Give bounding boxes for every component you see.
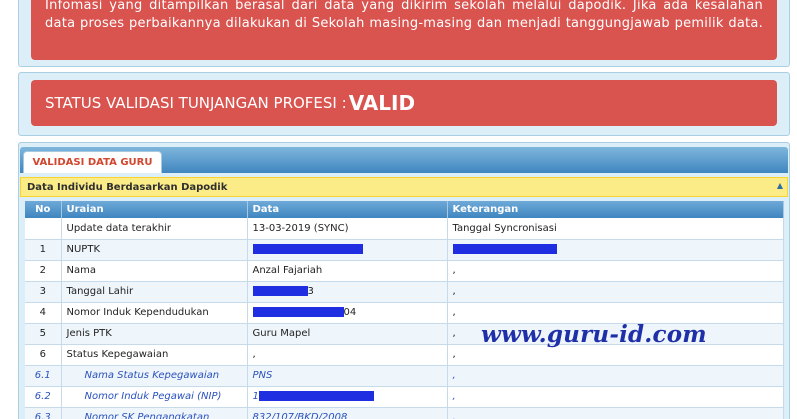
status-value: VALID bbox=[348, 91, 416, 115]
column-header-no: No bbox=[25, 201, 62, 218]
validation-panel: VALIDASI DATA GURU Data Individu Berdasa… bbox=[18, 142, 790, 419]
row-uraian: Status Kepegawaian bbox=[61, 344, 248, 366]
table-row: 6.1 Nama Status Kepegawaian PNS , bbox=[25, 365, 784, 387]
row-no bbox=[25, 218, 62, 240]
row-keterangan: , bbox=[447, 407, 784, 419]
row-no: 1 bbox=[25, 239, 62, 261]
row-no: 4 bbox=[25, 302, 62, 324]
row-uraian: Update data terakhir bbox=[61, 218, 248, 240]
row-keterangan: , bbox=[447, 281, 784, 303]
tab-validasi-data-guru[interactable]: VALIDASI DATA GURU bbox=[23, 151, 162, 173]
info-panel: Infomasi yang ditampilkan berasal dari d… bbox=[18, 0, 790, 67]
row-data: Anzal Fajariah bbox=[247, 260, 448, 282]
row-uraian: Nama bbox=[61, 260, 248, 282]
info-alert: Infomasi yang ditampilkan berasal dari d… bbox=[31, 0, 777, 60]
column-header-uraian: Uraian bbox=[61, 201, 248, 218]
table-row: Update data terakhir 13-03-2019 (SYNC) T… bbox=[25, 218, 784, 240]
row-uraian: Nama Status Kepegawaian bbox=[61, 365, 248, 387]
row-keterangan: , bbox=[447, 386, 784, 408]
row-keterangan: , bbox=[447, 365, 784, 387]
column-header-data: Data bbox=[247, 201, 448, 218]
row-no: 6 bbox=[25, 344, 62, 366]
redaction-bar bbox=[252, 244, 363, 254]
row-uraian: Nomor Induk Kependudukan bbox=[61, 302, 248, 324]
table-row: 2 Nama Anzal Fajariah , bbox=[25, 260, 784, 282]
row-keterangan bbox=[447, 239, 784, 261]
redaction-bar bbox=[252, 286, 308, 296]
data-table: No Uraian Data Keterangan Update data te… bbox=[25, 201, 784, 419]
redaction-bar bbox=[258, 391, 374, 401]
row-keterangan: , bbox=[447, 260, 784, 282]
table-row: 4 Nomor Induk Kependudukan 04 , bbox=[25, 302, 784, 324]
table-row: 6.2 Nomor Induk Pegawai (NIP) 1 , bbox=[25, 386, 784, 408]
row-uraian: Nomor Induk Pegawai (NIP) bbox=[61, 386, 248, 408]
redaction-bar bbox=[452, 244, 557, 254]
row-data: Guru Mapel bbox=[247, 323, 448, 345]
status-label: STATUS VALIDASI TUNJANGAN PROFESI : bbox=[45, 94, 347, 112]
group-header[interactable]: Data Individu Berdasarkan Dapodik ▲ bbox=[20, 177, 788, 197]
row-data: 1 bbox=[247, 386, 448, 408]
row-no: 6.1 bbox=[25, 365, 62, 387]
row-no: 2 bbox=[25, 260, 62, 282]
caret-up-icon[interactable]: ▲ bbox=[777, 181, 783, 190]
table-row: 6.3 Nomor SK Pengangkatan 832/107/BKD/20… bbox=[25, 407, 784, 419]
status-alert: STATUS VALIDASI TUNJANGAN PROFESI : VALI… bbox=[31, 80, 777, 126]
watermark-text: www.guru-id.com bbox=[481, 321, 707, 348]
row-data-suffix: 3 bbox=[307, 286, 314, 297]
table-row: 3 Tanggal Lahir 3 , bbox=[25, 281, 784, 303]
table-header-row: No Uraian Data Keterangan bbox=[25, 201, 784, 218]
table-row: 1 NUPTK bbox=[25, 239, 784, 261]
row-data: , bbox=[247, 344, 448, 366]
row-no: 6.2 bbox=[25, 386, 62, 408]
row-no: 3 bbox=[25, 281, 62, 303]
row-data: 13-03-2019 (SYNC) bbox=[247, 218, 448, 240]
row-data: 3 bbox=[247, 281, 448, 303]
row-no: 6.3 bbox=[25, 407, 62, 419]
group-title: Data Individu Berdasarkan Dapodik bbox=[27, 181, 228, 193]
info-alert-text: Infomasi yang ditampilkan berasal dari d… bbox=[45, 0, 763, 31]
row-uraian: Tanggal Lahir bbox=[61, 281, 248, 303]
row-uraian: Nomor SK Pengangkatan bbox=[61, 407, 248, 419]
row-data bbox=[247, 239, 448, 261]
tab-strip: VALIDASI DATA GURU bbox=[20, 147, 788, 173]
row-data: PNS bbox=[247, 365, 448, 387]
row-data: 832/107/BKD/2008 bbox=[247, 407, 448, 419]
column-header-keterangan: Keterangan bbox=[447, 201, 784, 218]
status-panel: STATUS VALIDASI TUNJANGAN PROFESI : VALI… bbox=[18, 72, 790, 136]
row-uraian: Jenis PTK bbox=[61, 323, 248, 345]
row-uraian: NUPTK bbox=[61, 239, 248, 261]
row-data-suffix: 04 bbox=[343, 307, 357, 318]
redaction-bar bbox=[252, 307, 344, 317]
row-keterangan: , bbox=[447, 302, 784, 324]
row-data: 04 bbox=[247, 302, 448, 324]
row-no: 5 bbox=[25, 323, 62, 345]
row-keterangan: Tanggal Syncronisasi bbox=[447, 218, 784, 240]
